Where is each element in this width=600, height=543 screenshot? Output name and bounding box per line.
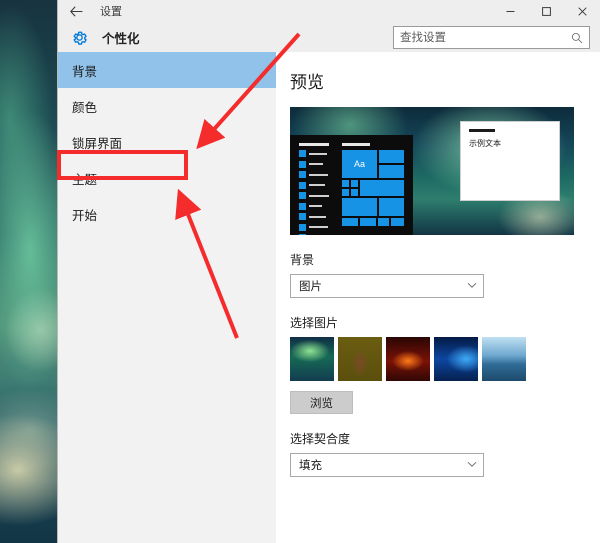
- chevron-down-icon: [467, 460, 477, 470]
- start-menu-tiles: Aa: [342, 143, 404, 228]
- sidebar-item-label: 锁屏界面: [72, 136, 123, 151]
- fit-label: 选择契合度: [290, 432, 351, 446]
- choose-picture-label: 选择图片: [290, 316, 339, 330]
- gear-icon: [68, 26, 90, 48]
- thumbnail-aurora-landscape[interactable]: [290, 337, 334, 381]
- minimize-button[interactable]: [492, 0, 528, 22]
- thumbnail-coastal-beach[interactable]: [482, 337, 526, 381]
- settings-window: 设置 个性化 查找设置 背景 颜色 锁屏界面 主题 开始 预览 Aa 示例文本 …: [57, 0, 600, 543]
- back-button[interactable]: [58, 0, 94, 22]
- section-title: 预览: [290, 73, 324, 92]
- window-titlebar: 设置: [58, 0, 600, 22]
- search-box[interactable]: [393, 26, 590, 49]
- background-dropdown-value: 图片: [299, 281, 322, 293]
- sidebar-item-label: 背景: [72, 64, 98, 79]
- start-menu-preview: Aa: [290, 135, 413, 235]
- sample-window-titlebar: [469, 129, 495, 132]
- background-label: 背景: [290, 253, 315, 267]
- page-title: 个性化: [102, 31, 140, 46]
- browse-button[interactable]: 浏览: [290, 391, 353, 414]
- maximize-button[interactable]: [528, 0, 564, 22]
- sidebar-item-colors[interactable]: 颜色: [58, 88, 276, 124]
- sidebar-item-label: 开始: [72, 208, 98, 223]
- window-title: 设置: [100, 6, 122, 18]
- sidebar-item-background[interactable]: 背景: [58, 52, 276, 88]
- desktop-preview: Aa 示例文本: [290, 107, 574, 235]
- app-header: 个性化: [58, 22, 600, 52]
- picture-thumbnail-list: [290, 337, 600, 381]
- fit-dropdown[interactable]: 填充: [290, 453, 484, 477]
- start-menu-app-list: [299, 143, 329, 235]
- settings-main-panel: 预览 Aa 示例文本 背景 图片 选择图片 浏览 选择契合度 填充: [276, 52, 600, 543]
- sidebar-item-label: 颜色: [72, 100, 98, 115]
- close-button[interactable]: [564, 0, 600, 22]
- sample-text: 示例文本: [469, 139, 501, 148]
- window-controls: [492, 0, 600, 22]
- annotation-highlight-box: [57, 150, 188, 180]
- minimize-icon: [506, 10, 514, 12]
- search-icon: [565, 32, 589, 44]
- thumbnail-brown-figure-portrait[interactable]: [338, 337, 382, 381]
- background-dropdown[interactable]: 图片: [290, 274, 484, 298]
- fit-dropdown-value: 填充: [299, 460, 322, 472]
- thumbnail-fire-horse[interactable]: [386, 337, 430, 381]
- settings-sidebar: 背景 颜色 锁屏界面 主题 开始: [58, 52, 276, 543]
- thumbnail-windows-blue-hero[interactable]: [434, 337, 478, 381]
- window-body: 背景 颜色 锁屏界面 主题 开始 预览 Aa 示例文本 背景 图片 选择图片 浏…: [58, 52, 600, 543]
- sample-window-preview: 示例文本: [460, 121, 560, 201]
- search-input[interactable]: [394, 27, 565, 48]
- maximize-icon: [541, 6, 551, 16]
- chevron-down-icon: [467, 281, 477, 291]
- close-icon: [577, 6, 587, 16]
- back-arrow-icon: [69, 5, 82, 17]
- sidebar-item-start[interactable]: 开始: [58, 196, 276, 232]
